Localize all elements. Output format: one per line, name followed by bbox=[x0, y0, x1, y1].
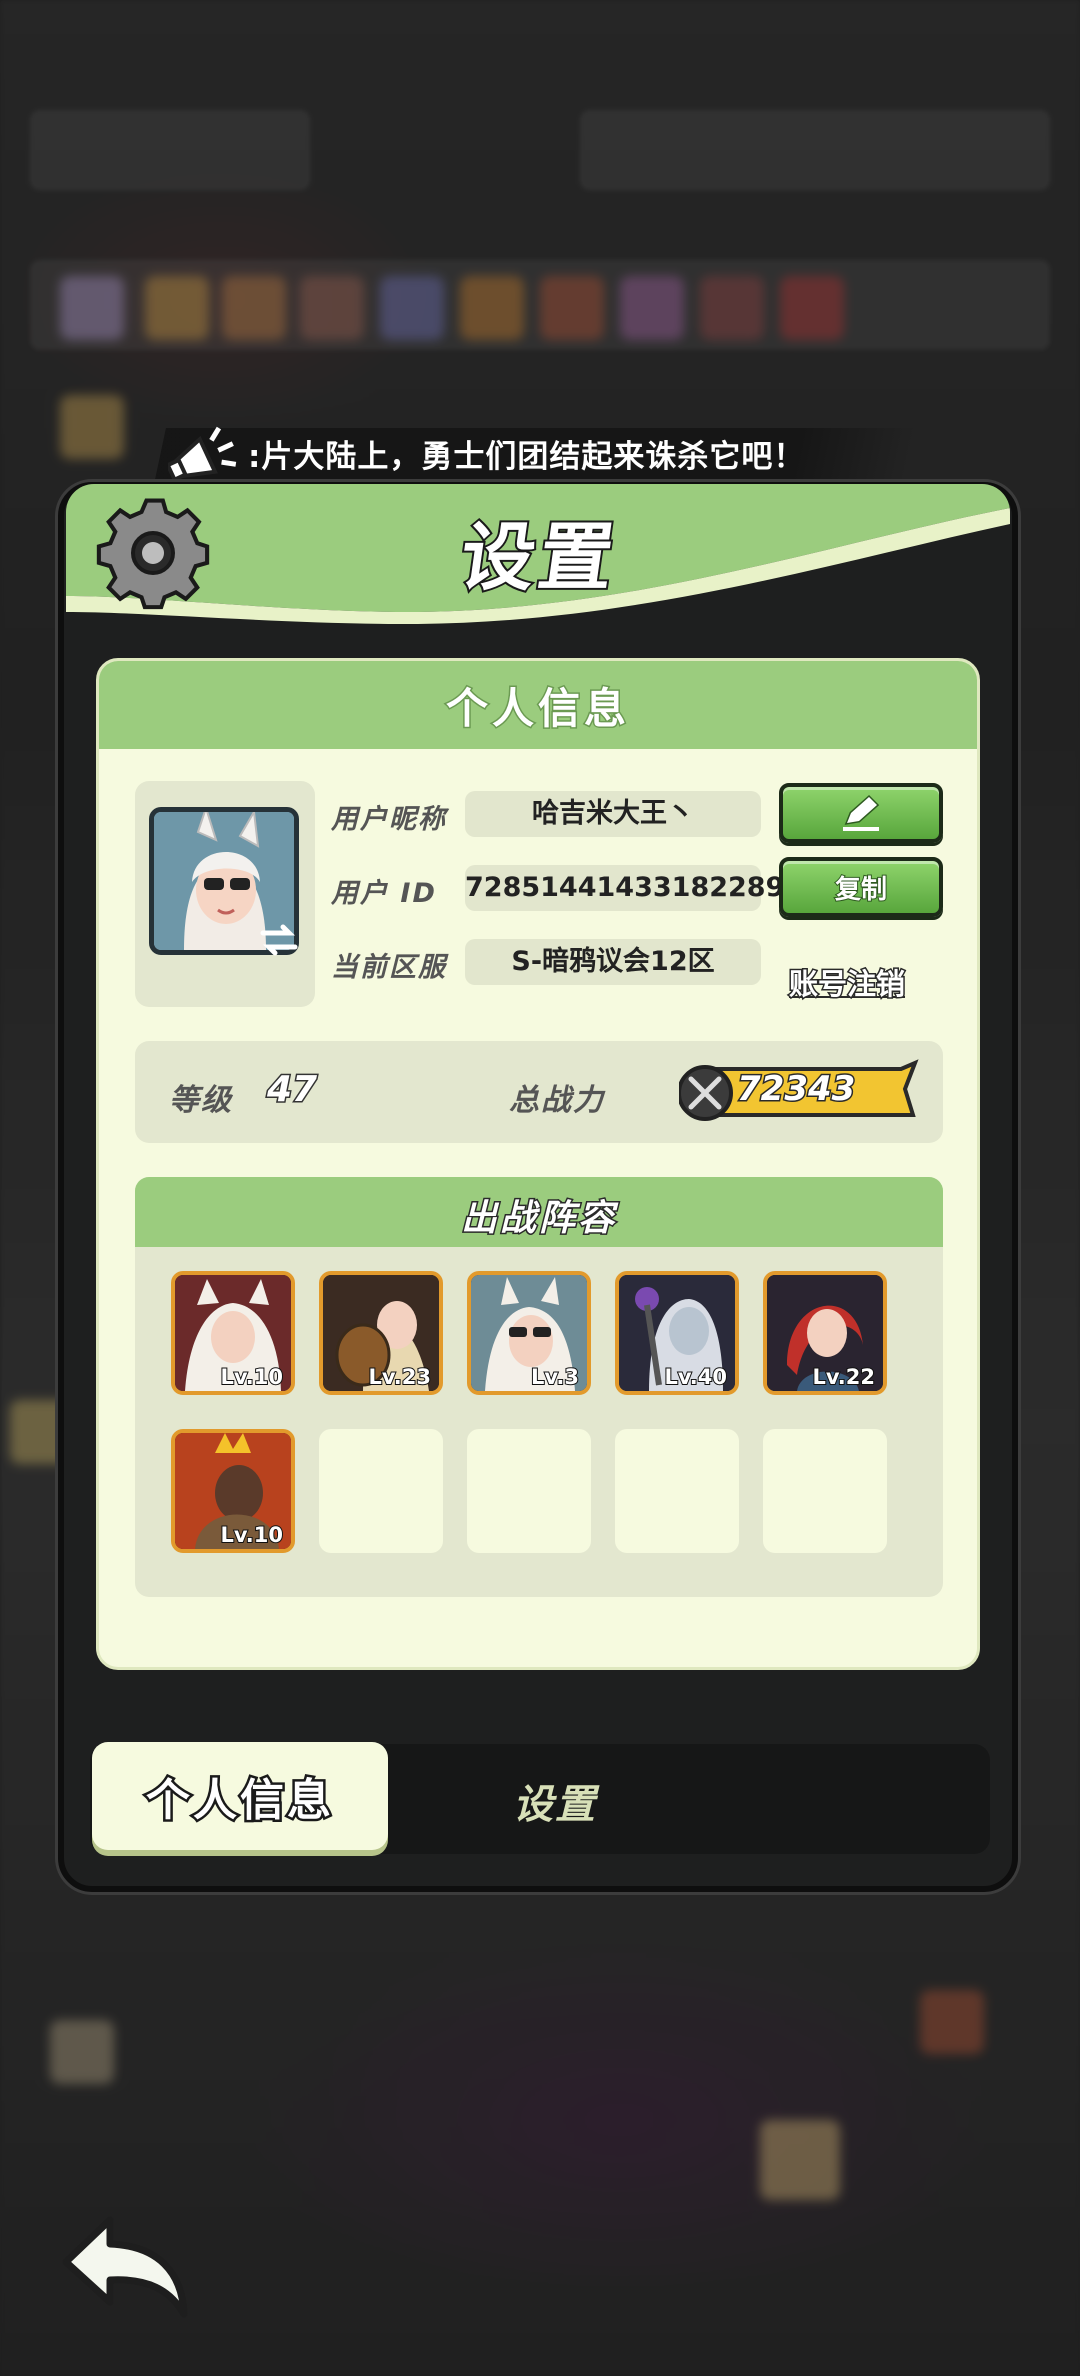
edit-nickname-button[interactable] bbox=[779, 783, 943, 843]
megaphone-icon bbox=[168, 426, 237, 483]
user-id-label: 用户 ID bbox=[331, 878, 437, 909]
hero-slot-6[interactable]: Lv.10 bbox=[171, 1429, 295, 1553]
hero-level: Lv.10 bbox=[219, 1364, 284, 1390]
back-arrow-icon[interactable] bbox=[58, 2210, 198, 2320]
hero-level: Lv.3 bbox=[530, 1364, 580, 1390]
account-cancel-link[interactable]: 账号注销 bbox=[787, 961, 906, 1003]
gear-icon bbox=[96, 498, 210, 610]
level-label: 等级 bbox=[169, 1083, 233, 1118]
hero-slot-2[interactable]: Lv.23 bbox=[319, 1271, 443, 1395]
hero-slot-5[interactable]: Lv.22 bbox=[763, 1271, 887, 1395]
level-value: 47 bbox=[265, 1068, 318, 1112]
empty-hero-slot[interactable] bbox=[319, 1429, 443, 1553]
hero-level: Lv.10 bbox=[219, 1522, 284, 1548]
lineup-title: 出战阵容 bbox=[459, 1197, 617, 1241]
power-value: 72343 bbox=[735, 1068, 856, 1111]
profile-content: 个人信息 用户昵称 哈吉米大王丶 用户 ID 72851441433182289… bbox=[96, 658, 980, 1670]
hero-level: Lv.22 bbox=[811, 1364, 876, 1390]
nickname-value: 哈吉米大王丶 bbox=[465, 791, 761, 837]
copy-id-button[interactable]: 复制 bbox=[779, 857, 943, 917]
server-value: S-暗鸦议会12区 bbox=[465, 939, 761, 985]
hero-slot-1[interactable]: Lv.10 bbox=[171, 1271, 295, 1395]
user-id-value: 72851441433182289 bbox=[465, 865, 784, 911]
empty-hero-slot[interactable] bbox=[467, 1429, 591, 1553]
empty-hero-slot[interactable] bbox=[615, 1429, 739, 1553]
profile-section-title: 个人信息 bbox=[444, 683, 630, 735]
tab-profile-label: 个人信息 bbox=[144, 1773, 334, 1829]
power-label: 总战力 bbox=[509, 1083, 605, 1118]
marquee-text: :片大陆上，勇士们团结起来诛杀它吧！ bbox=[248, 439, 806, 475]
empty-hero-slot[interactable] bbox=[763, 1429, 887, 1553]
hero-slot-4[interactable]: Lv.40 bbox=[615, 1271, 739, 1395]
swap-avatar-icon[interactable] bbox=[257, 919, 301, 963]
hero-level: Lv.40 bbox=[663, 1364, 728, 1390]
hero-slot-3[interactable]: Lv.3 bbox=[467, 1271, 591, 1395]
hero-level: Lv.23 bbox=[367, 1364, 432, 1390]
server-label: 当前区服 bbox=[331, 952, 447, 983]
pencil-icon bbox=[843, 794, 880, 831]
nickname-label: 用户昵称 bbox=[331, 804, 447, 835]
tab-settings[interactable]: 设置 bbox=[490, 1772, 620, 1830]
